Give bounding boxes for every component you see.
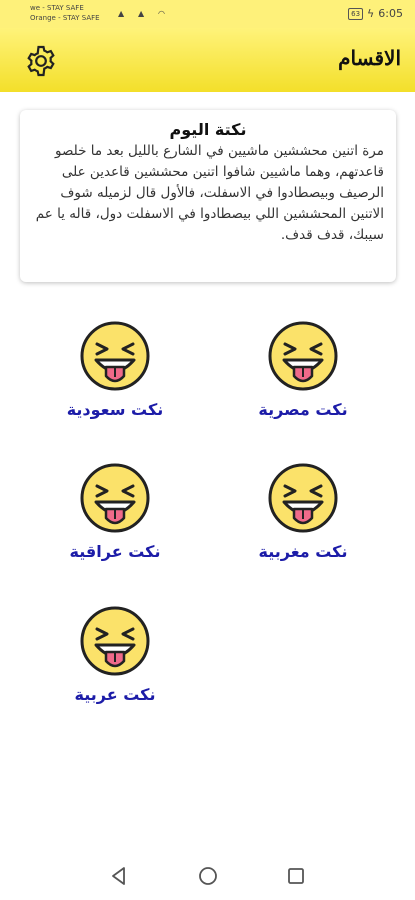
page-title: الاقسام <box>338 48 401 70</box>
category-iraqi[interactable]: نكت عراقية <box>40 462 190 561</box>
back-icon[interactable] <box>108 865 130 887</box>
signal-icon: ▲ <box>138 9 145 18</box>
signal-icon: ▲ <box>118 9 125 18</box>
category-moroccan[interactable]: نكت مغربية <box>228 462 378 561</box>
home-icon[interactable] <box>197 865 219 887</box>
category-label: نكت عربية <box>74 685 156 704</box>
category-egyptian[interactable]: نكت مصرية <box>228 320 378 419</box>
laughing-face-icon <box>80 321 150 391</box>
laughing-face-icon <box>268 463 338 533</box>
laughing-face-icon <box>80 606 150 676</box>
category-label: نكت مغربية <box>258 542 348 561</box>
joke-of-day-card: نكتة اليوم مرة اتنين محششين ماشيين في ال… <box>20 110 396 282</box>
recents-icon[interactable] <box>285 865 307 887</box>
gear-icon[interactable] <box>24 44 58 78</box>
category-arab[interactable]: نكت عربية <box>40 605 190 704</box>
joke-title: نكتة اليوم <box>169 120 247 139</box>
category-label: نكت مصرية <box>258 400 348 419</box>
status-right: 63 ϟ 6:05 <box>348 7 403 20</box>
clock: 6:05 <box>378 7 403 20</box>
category-label: نكت عراقية <box>69 542 161 561</box>
laughing-face-icon <box>80 463 150 533</box>
system-nav-bar <box>0 850 415 900</box>
carrier-2: Orange - STAY SAFE <box>30 14 100 22</box>
charging-icon: ϟ <box>367 7 375 20</box>
carrier-info: we - STAY SAFE Orange - STAY SAFE <box>30 3 100 23</box>
battery-icon: 63 <box>348 7 364 20</box>
category-saudi[interactable]: نكت سعودية <box>40 320 190 419</box>
app-bar: الاقسام <box>0 28 415 92</box>
wifi-icon: ◠ <box>158 9 165 18</box>
category-label: نكت سعودية <box>66 400 164 419</box>
status-bar: we - STAY SAFE Orange - STAY SAFE ▲ ▲ ◠ … <box>0 0 415 28</box>
carrier-1: we - STAY SAFE <box>30 4 84 12</box>
joke-text: مرة اتنين محششين ماشيين في الشارع بالليل… <box>35 143 384 243</box>
laughing-face-icon <box>268 321 338 391</box>
